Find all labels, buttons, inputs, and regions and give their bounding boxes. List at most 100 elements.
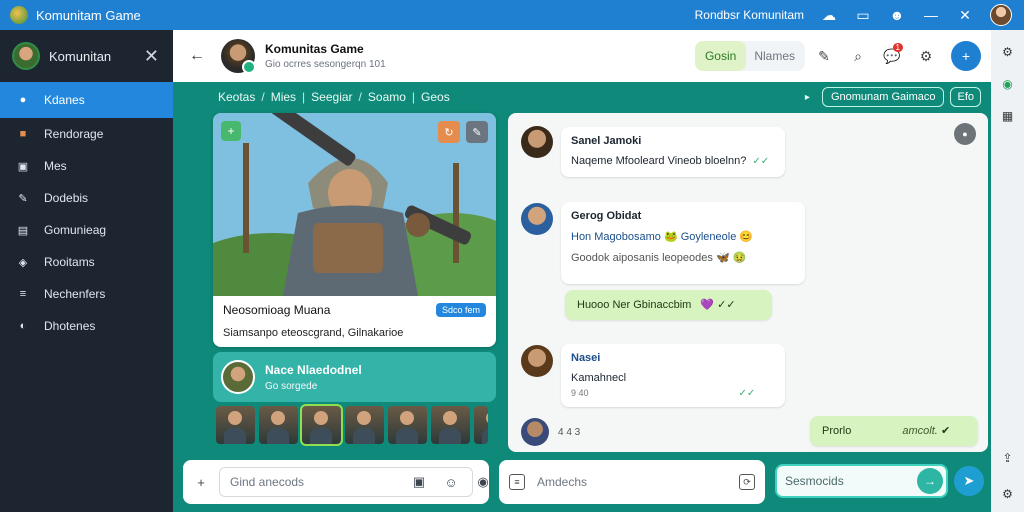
toggle-off-option[interactable]: Nlames: [754, 49, 795, 63]
composer-bar: + Gind anecods ▣ ☺ ◉ ≡ Amdechs ⟳ Sesmoci…: [173, 452, 991, 512]
search-placeholder: Sesmocids: [785, 474, 844, 488]
crumb-3[interactable]: Seegiar: [311, 90, 352, 104]
document-icon[interactable]: ≡: [509, 474, 525, 490]
character-icon[interactable]: ☻: [886, 4, 908, 26]
window-icon[interactable]: ▭: [852, 4, 874, 26]
clipboard-icon[interactable]: ▣: [409, 472, 429, 492]
crumb-2[interactable]: Mies: [271, 90, 296, 104]
sidebar-item-label: Rendorage: [44, 127, 104, 141]
heart-emoji: 💜: [700, 299, 715, 311]
edit-icon[interactable]: ✎: [466, 121, 488, 143]
reply-bubble: Prorlo amcolt. ✔: [810, 416, 978, 446]
sidebar-item-label: Dhotenes: [44, 319, 96, 333]
crumb-4[interactable]: Soamo: [368, 90, 406, 104]
more-menu-icon[interactable]: ●: [954, 123, 976, 145]
avatar[interactable]: [521, 345, 553, 377]
group-subtitle: Gio ocrres sesongerqn 101: [265, 59, 386, 70]
settings-icon[interactable]: ⚙: [998, 42, 1018, 62]
filter-bar: Keotas / Mies | Seegiar / Soamo | Geos ▸…: [173, 82, 991, 112]
sidebar-item-search[interactable]: ≡ Nechenfers: [0, 278, 173, 310]
member-name: Nace Nlaedodnel: [265, 362, 362, 377]
dropdown-icon[interactable]: ▸: [805, 92, 810, 103]
refresh-icon[interactable]: ↻: [438, 121, 460, 143]
character-thumb[interactable]: [431, 406, 470, 444]
emoji-icon[interactable]: ☺: [441, 472, 461, 492]
sidebar: Komunitan ✕ ● Kdanes ■ Rendorage ▣ Mes ✎…: [0, 30, 173, 512]
chat-header: ← Komunitas Game Gio ocrres sesongerqn 1…: [173, 30, 991, 82]
settings-icon: ◐: [19, 320, 27, 332]
community-filter-button[interactable]: Gnomunam Gaimaco: [821, 87, 945, 107]
message-text-2: Goodok aiposanis leopeodes 🦋 🤢: [571, 252, 747, 264]
message-time: 9 40: [571, 388, 589, 398]
avatar[interactable]: [521, 418, 549, 446]
close-sidebar-icon[interactable]: ✕: [144, 46, 159, 67]
chat-icon[interactable]: 💬 1: [877, 41, 907, 71]
bug-icon[interactable]: ⚙: [911, 41, 941, 71]
globe-icon[interactable]: ◉: [998, 74, 1018, 94]
secondary-input[interactable]: Amdechs: [537, 475, 739, 489]
schedule-icon[interactable]: ⟳: [739, 474, 755, 490]
title-bar: Komunitam Game Rondbsr Komunitam ☁ ▭ ☻ —…: [0, 0, 1024, 30]
sidebar-item-items[interactable]: ◈ Rooitams: [0, 246, 173, 278]
right-rail: ⚙ ◉ ▦ ⇪ ⚙: [991, 30, 1024, 512]
message-bubble: Nasei Kamahnecl 9 40 ✓✓: [561, 344, 785, 407]
view-toggle[interactable]: Gosin Nlames: [694, 41, 805, 71]
notification-badge: 1: [892, 43, 903, 52]
extra-filter-button[interactable]: Efo: [950, 87, 981, 107]
read-receipt-icon: ✓✓: [717, 299, 736, 311]
chart-icon: ■: [19, 128, 27, 140]
message-text: Huooo Ner Gbinaccbim: [577, 299, 692, 311]
featured-description: Siamsanpo eteoscgrand, Gilnakarioe: [223, 327, 404, 339]
sidebar-item-render[interactable]: ■ Rendorage: [0, 118, 173, 150]
featured-card[interactable]: + ↻ ✎ Neosomioag Muana Sdco fem Siamsanp…: [213, 113, 496, 347]
toggle-on-option[interactable]: Gosin: [694, 41, 747, 71]
character-thumbnails: [216, 404, 496, 446]
featured-title: Neosomioag Muana: [223, 303, 331, 317]
sidebar-title: Komunitan: [49, 48, 112, 64]
avatar[interactable]: [521, 126, 553, 158]
sidebar-avatar[interactable]: [12, 42, 40, 70]
crumb-5[interactable]: Geos: [421, 90, 450, 104]
featured-tag[interactable]: Sdco fem: [435, 303, 486, 317]
character-thumb[interactable]: [259, 406, 298, 444]
sidebar-item-label: Mes: [44, 159, 67, 173]
sidebar-item-home[interactable]: ● Kdanes: [0, 82, 173, 118]
add-icon[interactable]: +: [221, 121, 241, 141]
sidebar-item-settings[interactable]: ◐ Dhotenes: [0, 310, 173, 342]
add-attachment-icon[interactable]: +: [191, 472, 211, 492]
search-input[interactable]: Sesmocids →: [775, 464, 948, 498]
mic-icon[interactable]: ◉: [473, 472, 493, 492]
crumb-1[interactable]: Keotas: [218, 90, 255, 104]
clipboard-icon[interactable]: ▦: [998, 106, 1018, 126]
character-thumb[interactable]: [388, 406, 427, 444]
gear-icon[interactable]: ⚙: [998, 484, 1018, 504]
character-thumb[interactable]: [474, 406, 488, 444]
read-receipt-icon: ✔: [940, 425, 951, 437]
message-author: Nasei: [571, 352, 601, 364]
character-thumb[interactable]: [345, 406, 384, 444]
sidebar-item-docs[interactable]: ✎ Dodebis: [0, 182, 173, 214]
community-icon: ▤: [17, 224, 29, 237]
cloud-icon[interactable]: ☁: [818, 4, 840, 26]
sidebar-item-messages[interactable]: ▣ Mes: [0, 150, 173, 182]
member-card[interactable]: Nace Nlaedodnel Go sorgede: [213, 352, 496, 402]
send-button[interactable]: ➤: [954, 466, 984, 496]
arrow-right-icon[interactable]: →: [917, 468, 943, 494]
minimize-icon[interactable]: —: [920, 4, 942, 26]
character-thumb-selected[interactable]: [300, 404, 343, 446]
sidebar-item-community[interactable]: ▤ Gomunieag: [0, 214, 173, 246]
search-icon[interactable]: ⌕: [843, 41, 873, 71]
character-thumb[interactable]: [216, 406, 255, 444]
pen-icon[interactable]: ✎: [809, 41, 839, 71]
profile-avatar[interactable]: [990, 4, 1012, 26]
app-title: Komunitam Game: [36, 7, 141, 23]
group-avatar[interactable]: [221, 39, 256, 74]
close-icon[interactable]: ✕: [954, 4, 976, 26]
titlebar-user-label[interactable]: Rondbsr Komunitam: [695, 8, 804, 22]
add-icon[interactable]: +: [951, 41, 981, 71]
avatar[interactable]: [521, 203, 553, 235]
back-arrow-icon[interactable]: ←: [189, 47, 211, 65]
reply-bubble: Huooo Ner Gbinaccbim 💜 ✓✓: [565, 290, 772, 320]
message-input[interactable]: Gind anecods: [219, 467, 473, 497]
share-icon[interactable]: ⇪: [998, 448, 1018, 468]
